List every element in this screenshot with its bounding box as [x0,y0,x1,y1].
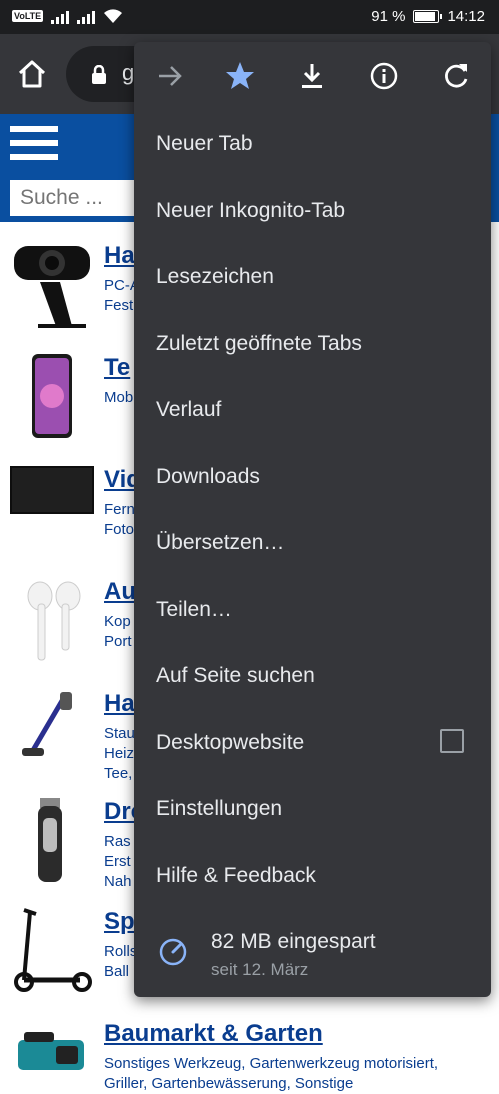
menu-item-desktop-site[interactable]: Desktopwebsite [156,731,304,755]
home-icon[interactable] [14,56,50,92]
category-subtitle: Ras Erst Nah [104,833,132,890]
data-savings-title[interactable]: 82 MB eingespart [211,930,376,954]
category-title[interactable]: Ha [104,690,135,718]
category-subtitle: Rolls Ball [104,943,138,980]
category-title[interactable]: Ha [104,242,135,270]
menu-icon-row [134,42,491,110]
battery-icon [413,10,443,23]
menu-item-downloads[interactable]: Downloads [156,465,260,489]
overflow-menu: Neuer Tab Neuer Inkognito-Tab Lesezeiche… [134,42,491,997]
reload-icon[interactable] [439,59,473,93]
status-right: 91 % 14:12 [371,8,485,25]
clock: 14:12 [447,8,485,25]
power-tool-image [18,1032,84,1070]
menu-item-bookmarks[interactable]: Lesezeichen [156,265,274,289]
trimmer-image [38,798,62,882]
desktop-site-checkbox[interactable] [440,729,464,753]
bookmark-star-icon[interactable] [223,59,257,93]
list-item[interactable]: Baumarkt & Garten Sonstiges Werkzeug, Ga… [0,1020,499,1092]
lock-icon [92,65,106,84]
status-bar: VoLTE 91 % 14:12 [0,0,499,34]
earbuds-image [27,581,81,661]
menu-item-history[interactable]: Verlauf [156,398,221,422]
television-image [10,466,94,514]
menu-item-settings[interactable]: Einstellungen [156,797,282,821]
category-subtitle: Kop Port [104,613,132,650]
menu-item-translate[interactable]: Übersetzen… [156,531,284,555]
volte-badge: VoLTE [12,10,44,22]
signal-icon [51,8,70,24]
forward-icon[interactable] [153,59,187,93]
category-subtitle: Sonstiges Werkzeug, Gartenwerkzeug motor… [104,1055,439,1092]
menu-item-recent-tabs[interactable]: Zuletzt geöffnete Tabs [156,332,362,356]
category-title[interactable]: Sp [104,908,135,936]
status-left: VoLTE [12,8,123,24]
scooter-image [14,908,92,992]
wifi-icon [104,9,123,23]
url-text: g [122,60,135,85]
category-title[interactable]: Au [104,578,136,606]
menu-item-help-feedback[interactable]: Hilfe & Feedback [156,864,316,888]
signal-icon-2 [77,8,96,24]
category-title[interactable]: Baumarkt & Garten [104,1020,323,1048]
data-saver-gauge-icon [159,938,187,966]
download-icon[interactable] [295,59,329,93]
category-subtitle: Stau Heiz Tee, [104,725,135,782]
battery-percent: 91 % [371,8,406,25]
menu-item-share[interactable]: Teilen… [156,598,232,622]
smartphone-image [32,354,72,438]
category-title[interactable]: Te [104,354,130,382]
site-search-input[interactable] [10,180,150,216]
category-subtitle: Mob [104,389,134,406]
menu-item-find-in-page[interactable]: Auf Seite suchen [156,664,315,688]
hamburger-menu-icon[interactable] [10,126,58,162]
info-icon[interactable] [367,59,401,93]
menu-item-new-incognito-tab[interactable]: Neuer Inkognito-Tab [156,199,345,223]
category-subtitle: Fern Foto [104,501,135,538]
webcam-image [14,246,90,328]
menu-item-new-tab[interactable]: Neuer Tab [156,132,253,156]
vacuum-image [22,692,72,756]
data-savings-subtitle: seit 12. März [211,960,309,979]
